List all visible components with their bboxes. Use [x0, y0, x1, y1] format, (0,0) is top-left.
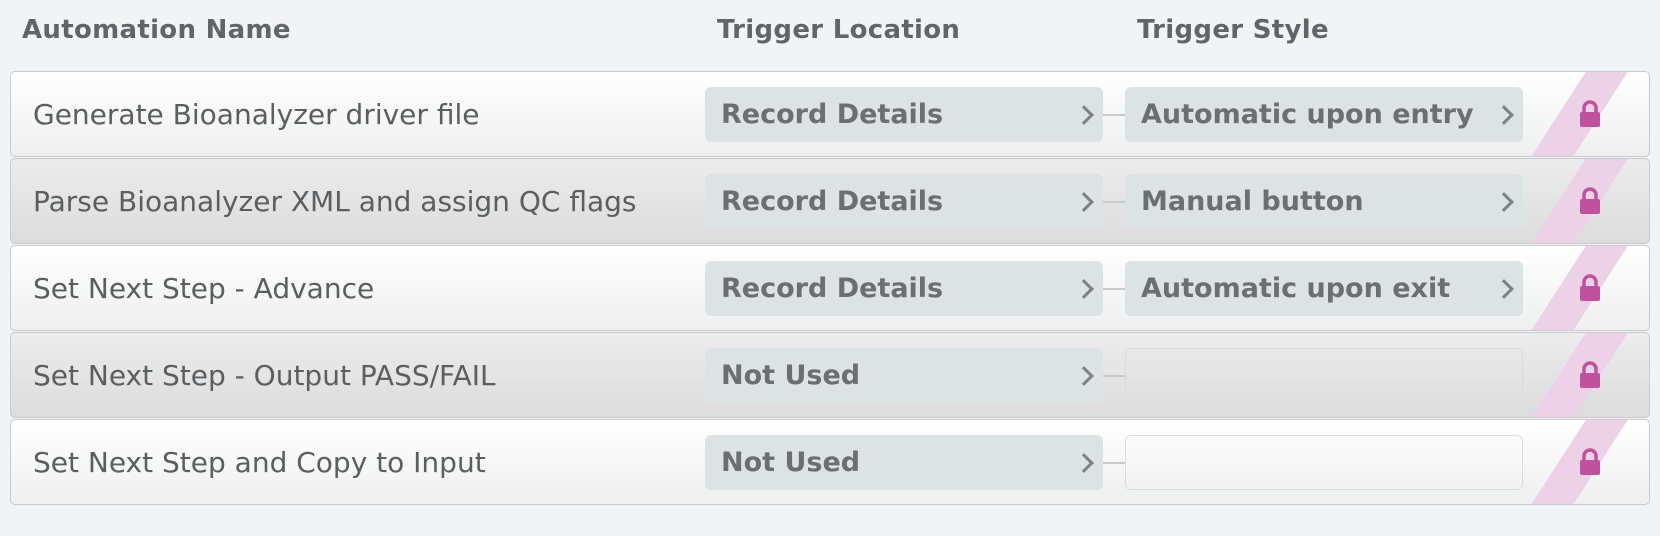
- automation-row: Set Next Step and Copy to Input Not Used: [10, 419, 1650, 505]
- lock-icon: [1580, 361, 1600, 388]
- trigger-location-select[interactable]: Record Details: [705, 174, 1103, 229]
- lock-icon: [1580, 187, 1600, 214]
- automation-row: Set Next Step - Advance Record Details A…: [10, 245, 1650, 331]
- automation-row: Parse Bioanalyzer XML and assign QC flag…: [10, 158, 1650, 244]
- chevron-right-icon: [1074, 452, 1094, 473]
- connector-line: [1103, 114, 1125, 116]
- chevron-right-icon: [1494, 191, 1514, 212]
- lock-icon: [1580, 100, 1600, 127]
- trigger-location-select[interactable]: Record Details: [705, 261, 1103, 316]
- chevron-right-icon: [1074, 104, 1094, 125]
- automation-row: Set Next Step - Output PASS/FAIL Not Use…: [10, 332, 1650, 418]
- automation-name: Generate Bioanalyzer driver file: [33, 97, 480, 131]
- trigger-location-select[interactable]: Not Used: [705, 435, 1103, 490]
- automation-name: Set Next Step and Copy to Input: [33, 445, 486, 479]
- trigger-location-select[interactable]: Record Details: [705, 87, 1103, 142]
- trigger-style-value: Automatic upon exit: [1141, 273, 1451, 304]
- connector-line: [1103, 288, 1125, 290]
- trigger-style-empty: [1125, 435, 1523, 490]
- automation-row: Generate Bioanalyzer driver file Record …: [10, 71, 1650, 157]
- chevron-right-icon: [1074, 278, 1094, 299]
- trigger-location-value: Record Details: [721, 273, 944, 304]
- locked-indicator: [1529, 420, 1649, 504]
- locked-indicator: [1529, 333, 1649, 417]
- automation-name: Set Next Step - Output PASS/FAIL: [33, 358, 496, 392]
- connector-line: [1103, 201, 1125, 203]
- trigger-location-value: Not Used: [721, 447, 861, 478]
- trigger-location-select[interactable]: Not Used: [705, 348, 1103, 403]
- trigger-style-select[interactable]: Automatic upon entry: [1125, 87, 1523, 142]
- automation-name: Parse Bioanalyzer XML and assign QC flag…: [33, 184, 637, 218]
- table-header: Automation Name Trigger Location Trigger…: [0, 0, 1660, 70]
- connector-line: [1103, 462, 1125, 464]
- locked-indicator: [1529, 72, 1649, 156]
- trigger-style-select[interactable]: Automatic upon exit: [1125, 261, 1523, 316]
- connector-line: [1103, 375, 1125, 377]
- automation-list: Automation Name Trigger Location Trigger…: [0, 0, 1660, 536]
- trigger-location-value: Not Used: [721, 360, 861, 391]
- lock-icon: [1580, 274, 1600, 301]
- trigger-style-value: Automatic upon entry: [1141, 99, 1474, 130]
- trigger-style-select[interactable]: Manual button: [1125, 174, 1523, 229]
- trigger-style-empty: [1125, 348, 1523, 403]
- trigger-style-value: Manual button: [1141, 186, 1364, 217]
- chevron-right-icon: [1494, 278, 1514, 299]
- automation-name: Set Next Step - Advance: [33, 271, 375, 305]
- chevron-right-icon: [1494, 104, 1514, 125]
- locked-indicator: [1529, 159, 1649, 243]
- trigger-location-value: Record Details: [721, 186, 944, 217]
- locked-indicator: [1529, 246, 1649, 330]
- trigger-location-value: Record Details: [721, 99, 944, 130]
- column-header-trigger-style: Trigger Style: [1137, 15, 1329, 45]
- column-header-trigger-location: Trigger Location: [717, 15, 961, 45]
- chevron-right-icon: [1074, 191, 1094, 212]
- chevron-right-icon: [1074, 365, 1094, 386]
- lock-icon: [1580, 448, 1600, 475]
- column-header-automation-name: Automation Name: [22, 15, 291, 45]
